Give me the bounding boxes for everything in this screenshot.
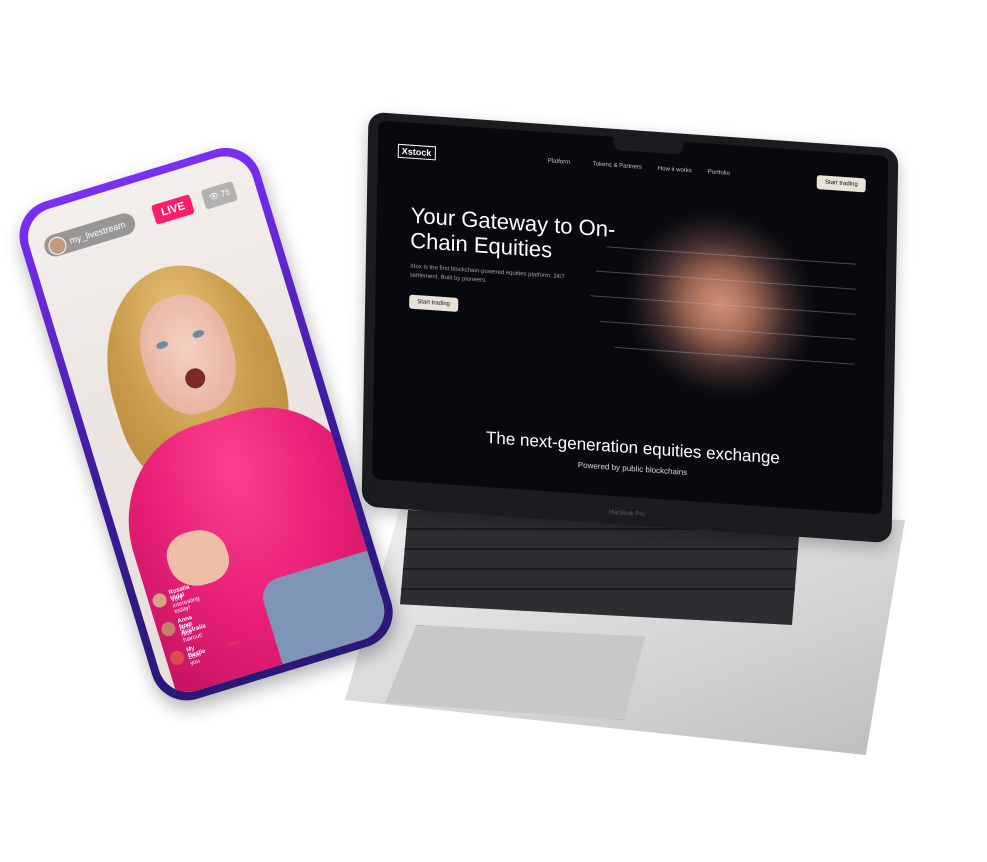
streamer-pill[interactable]: my_livestream — [41, 210, 138, 260]
nav-item-portfolio[interactable]: Portfolio — [708, 169, 730, 177]
site-nav: Xstock Platform Tokens & Partners How it… — [378, 142, 888, 202]
phone-frame: my_livestream LIVE 👁 75 Rosalia Vidal Ve… — [10, 138, 402, 710]
streamer-username: my_livestream — [68, 219, 127, 246]
nav-item-tokens[interactable]: Tokens & Partners — [593, 161, 642, 170]
site-logo[interactable]: Xstock — [397, 143, 436, 161]
viewer-count: 75 — [219, 187, 231, 199]
livestream-view: my_livestream LIVE 👁 75 Rosalia Vidal Ve… — [20, 148, 392, 700]
camera-notch — [613, 136, 684, 155]
viewer-count-badge: 👁 75 — [200, 180, 239, 210]
hero-subtitle: Xtox is the first blockchain-powered equ… — [409, 263, 565, 284]
nav-item-platform[interactable]: Platform — [548, 158, 570, 166]
eye-icon: 👁 — [207, 190, 221, 203]
hero-title: Your Gateway to On-Chain Equities — [410, 202, 616, 263]
live-badge: LIVE — [150, 193, 196, 225]
hero-start-trading-button[interactable]: Start trading — [409, 294, 459, 312]
laptop: Xstock Platform Tokens & Partners How it… — [345, 111, 935, 770]
avatar — [46, 234, 69, 258]
nav-item-how-it-works[interactable]: How it works — [658, 166, 692, 174]
phone: my_livestream LIVE 👁 75 Rosalia Vidal Ve… — [0, 129, 402, 710]
laptop-screen: Xstock Platform Tokens & Partners How it… — [361, 111, 899, 544]
website-view: Xstock Platform Tokens & Partners How it… — [372, 120, 889, 515]
